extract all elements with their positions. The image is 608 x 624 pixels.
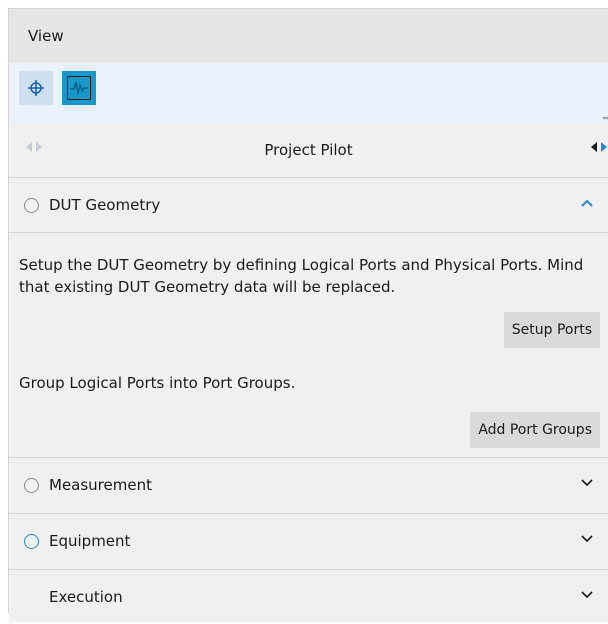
app-frame: View ‗ Project Pilot DUT Geometry Setup … (8, 8, 608, 622)
add-port-groups-button[interactable]: Add Port Groups (470, 412, 600, 448)
waveform-icon (67, 76, 91, 100)
pilot-header: Project Pilot (9, 123, 608, 178)
pilot-title: Project Pilot (264, 141, 353, 159)
chevron-down-icon[interactable] (580, 534, 594, 544)
section-equipment: Equipment (9, 514, 608, 570)
section-label: Measurement (49, 476, 152, 494)
chevron-down-icon[interactable] (580, 590, 594, 600)
expand-right-icon[interactable] (600, 141, 608, 153)
crosshair-icon (28, 80, 44, 96)
section-dut-geometry: DUT Geometry Setup the DUT Geometry by d… (9, 178, 608, 458)
section-measurement-header[interactable]: Measurement (9, 458, 608, 512)
section-measurement: Measurement (9, 458, 608, 514)
section-dut-geometry-header[interactable]: DUT Geometry (9, 178, 608, 233)
toolbar: ‗ (9, 63, 608, 123)
section-equipment-header[interactable]: Equipment (9, 514, 608, 568)
section-label: DUT Geometry (49, 196, 161, 214)
waveform-button[interactable] (62, 71, 96, 105)
chevron-down-icon[interactable] (580, 478, 594, 488)
toolbar-overflow-icon[interactable]: ‗ (603, 109, 608, 120)
section-label: Execution (49, 588, 123, 606)
collapse-left-icon[interactable] (590, 141, 598, 153)
port-groups-description: Group Logical Ports into Port Groups. (19, 374, 296, 392)
crosshair-button[interactable] (19, 71, 53, 105)
status-radio (24, 533, 39, 549)
section-label: Equipment (49, 532, 131, 550)
dut-geometry-description: Setup the DUT Geometry by defining Logic… (19, 256, 584, 296)
status-radio (24, 197, 39, 213)
chevron-up-icon[interactable] (580, 198, 594, 208)
section-execution: Execution (9, 570, 608, 622)
menu-view[interactable]: View (9, 27, 64, 45)
section-execution-header[interactable]: Execution (9, 570, 608, 624)
menu-bar: View (9, 9, 608, 63)
pilot-nav-right (590, 141, 608, 153)
status-radio (24, 477, 39, 493)
setup-ports-button[interactable]: Setup Ports (503, 312, 600, 348)
